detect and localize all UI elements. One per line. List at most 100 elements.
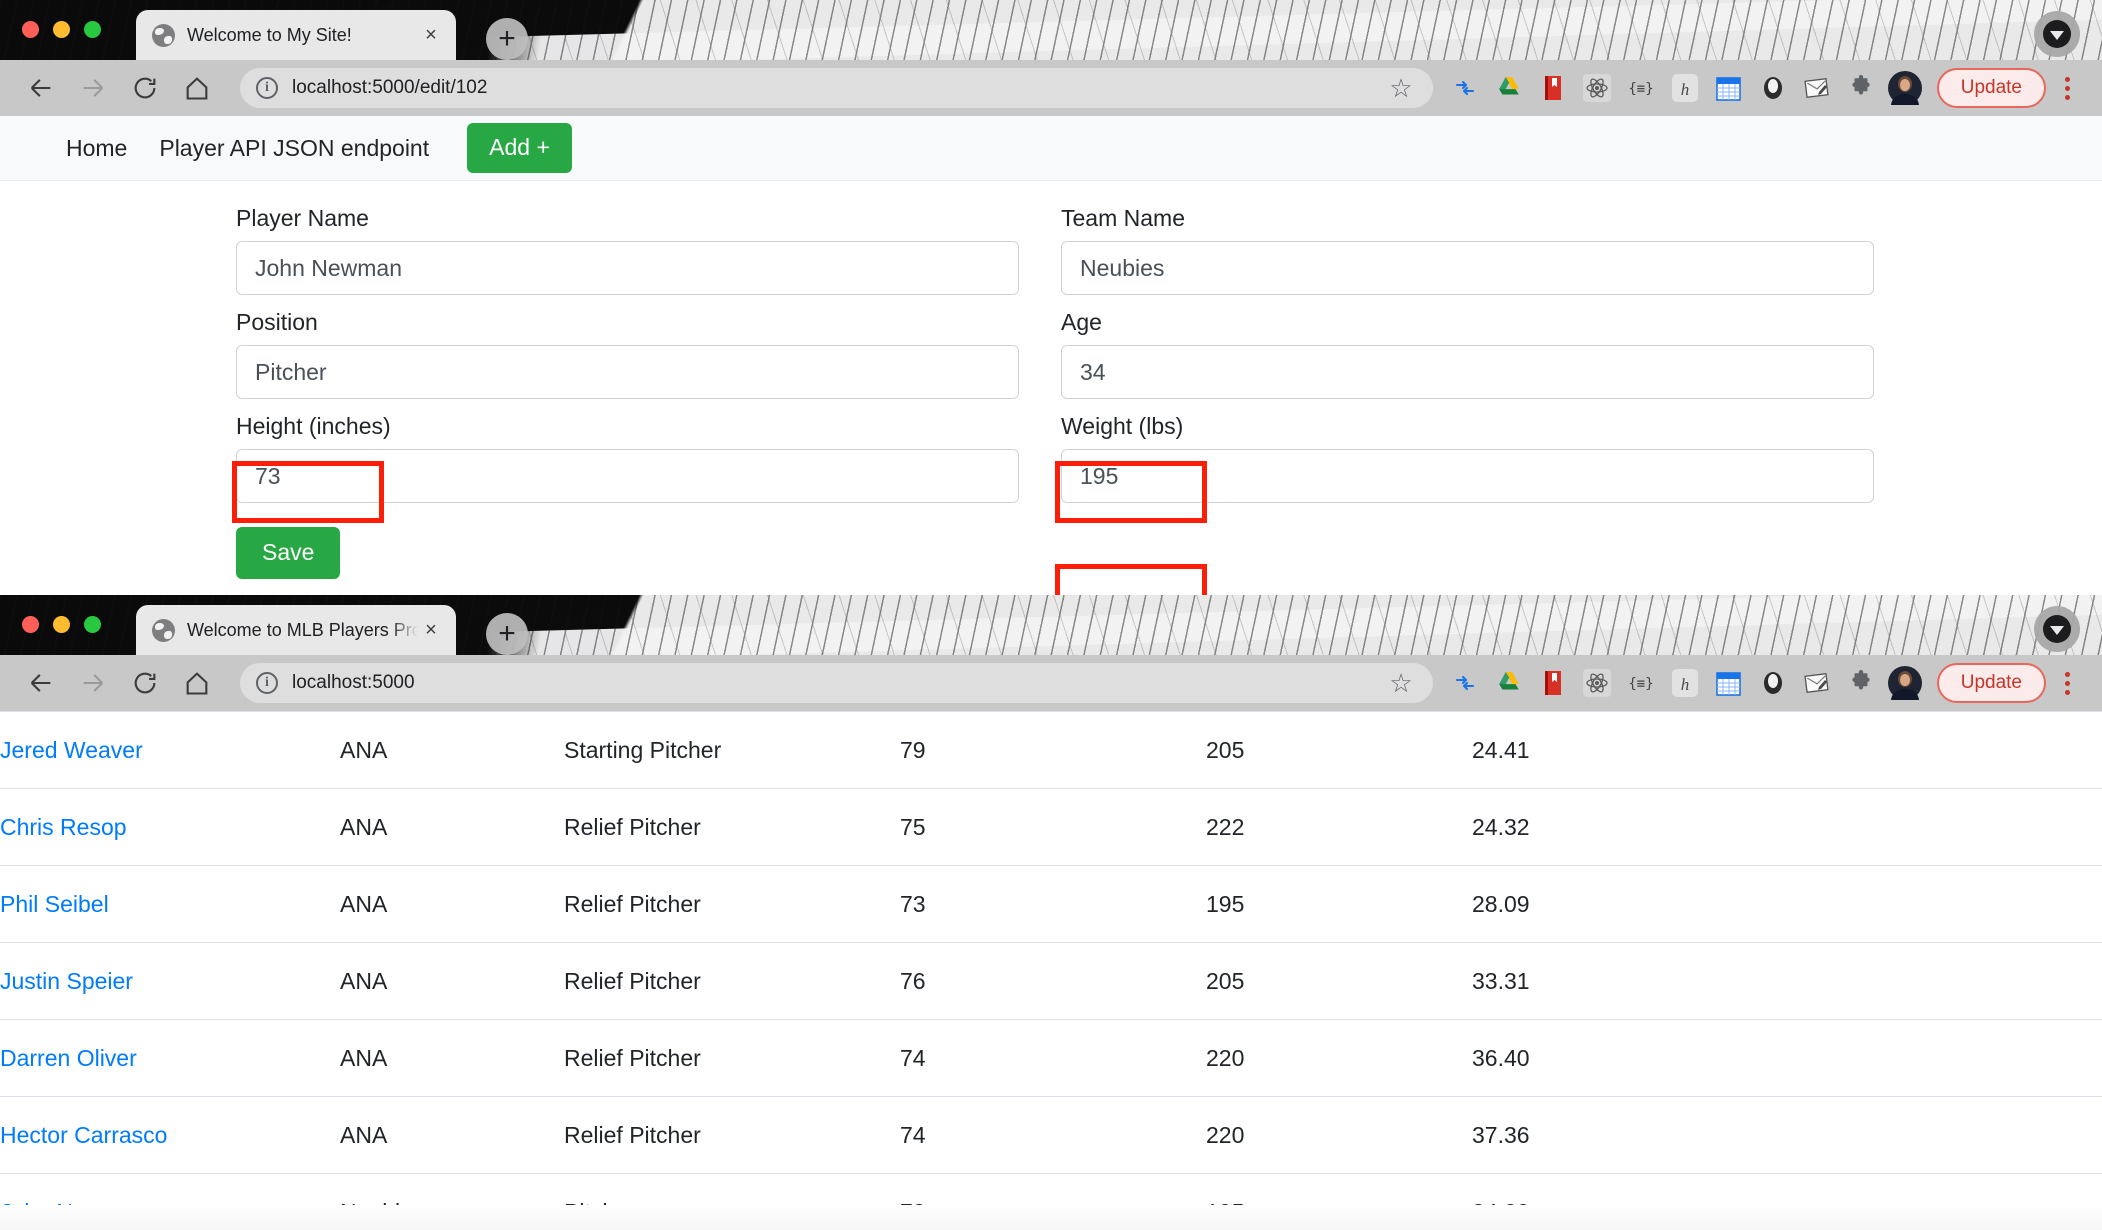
- table-row[interactable]: Hector Carrasco ANA Relief Pitcher 74 220 37.…: [0, 1096, 2102, 1174]
- chevron-down-icon: [2043, 615, 2071, 643]
- cell-age: 37.36: [1472, 1096, 2102, 1174]
- browser-toolbar-top: i localhost:5000/edit/102 ☆ {≡} h Update: [0, 60, 2102, 116]
- home-icon[interactable]: [174, 660, 220, 706]
- maximize-window-button[interactable]: [84, 21, 101, 38]
- bookmark-star-icon[interactable]: ☆: [1389, 668, 1416, 699]
- sync-arrows-icon[interactable]: [1443, 66, 1487, 110]
- puzzle-piece-icon[interactable]: [1839, 661, 1883, 705]
- site-info-icon[interactable]: i: [256, 77, 278, 99]
- browser-menu-icon[interactable]: [2050, 66, 2084, 110]
- window-controls[interactable]: [22, 616, 101, 633]
- back-icon[interactable]: [18, 660, 64, 706]
- react-devtools-icon[interactable]: [1575, 66, 1619, 110]
- home-icon[interactable]: [174, 65, 220, 111]
- field-weight: Weight (lbs) 195: [1061, 413, 1874, 503]
- forward-icon[interactable]: [70, 660, 116, 706]
- theme-highlight: [430, 0, 2102, 60]
- tab-strip-top: Welcome to My Site! × +: [0, 0, 2102, 60]
- json-viewer-icon[interactable]: {≡}: [1619, 661, 1663, 705]
- json-viewer-icon[interactable]: {≡}: [1619, 66, 1663, 110]
- envelope-pencil-icon[interactable]: [1795, 661, 1839, 705]
- red-book-icon[interactable]: [1531, 66, 1575, 110]
- minimize-window-button[interactable]: [53, 21, 70, 38]
- players-table: Jered Weaver ANA Starting Pitcher 79 205 24.4…: [0, 711, 2102, 1230]
- cell-weight: 205: [1206, 711, 1472, 789]
- browser-tab[interactable]: Welcome to MLB Players Project! ×: [136, 605, 456, 655]
- maximize-window-button[interactable]: [84, 616, 101, 633]
- add-button[interactable]: Add +: [467, 123, 572, 173]
- cell-height: 73: [900, 865, 1206, 943]
- height-input[interactable]: 73: [236, 449, 1019, 503]
- player-link[interactable]: Hector Carrasco: [0, 1122, 167, 1148]
- oval-icon[interactable]: [1751, 66, 1795, 110]
- globe-icon: [152, 23, 175, 47]
- window-controls[interactable]: [22, 21, 101, 38]
- profile-chevron-button[interactable]: [2034, 606, 2080, 652]
- back-icon[interactable]: [18, 65, 64, 111]
- address-bar[interactable]: i localhost:5000/edit/102 ☆: [240, 68, 1433, 108]
- browser-menu-icon[interactable]: [2050, 661, 2084, 705]
- avatar[interactable]: [1883, 66, 1927, 110]
- forward-icon[interactable]: [70, 65, 116, 111]
- honey-icon[interactable]: h: [1663, 66, 1707, 110]
- cell-height: 79: [900, 711, 1206, 789]
- field-position: Position Pitcher: [236, 309, 1019, 399]
- calendar-icon[interactable]: [1707, 661, 1751, 705]
- calendar-icon[interactable]: [1707, 66, 1751, 110]
- cell-age: 33.31: [1472, 942, 2102, 1020]
- sync-arrows-icon[interactable]: [1443, 661, 1487, 705]
- update-button[interactable]: Update: [1936, 663, 2046, 703]
- bookmark-star-icon[interactable]: ☆: [1389, 73, 1416, 104]
- react-devtools-icon[interactable]: [1575, 661, 1619, 705]
- age-input[interactable]: 34: [1061, 345, 1874, 399]
- nav-link-home[interactable]: Home: [50, 135, 143, 162]
- google-drive-icon[interactable]: [1487, 66, 1531, 110]
- player-link[interactable]: Darren Oliver: [0, 1045, 137, 1071]
- cell-age: 24.41: [1472, 711, 2102, 789]
- cell-name: Phil Seibel: [0, 865, 340, 943]
- table-row[interactable]: Jered Weaver ANA Starting Pitcher 79 205 24.4…: [0, 711, 2102, 789]
- close-icon[interactable]: ×: [418, 22, 444, 48]
- close-window-button[interactable]: [22, 616, 39, 633]
- reload-icon[interactable]: [122, 660, 168, 706]
- browser-tab[interactable]: Welcome to My Site! ×: [136, 10, 456, 60]
- minimize-window-button[interactable]: [53, 616, 70, 633]
- theme-highlight: [430, 595, 2102, 655]
- update-button[interactable]: Update: [1936, 68, 2046, 108]
- player-name-input[interactable]: John Newman: [236, 241, 1019, 295]
- nav-link-player-api[interactable]: Player API JSON endpoint: [143, 135, 445, 162]
- player-link[interactable]: Chris Resop: [0, 814, 127, 840]
- new-tab-button[interactable]: +: [486, 18, 528, 60]
- close-icon[interactable]: ×: [418, 617, 444, 643]
- reload-icon[interactable]: [122, 65, 168, 111]
- cell-height: 74: [900, 1019, 1206, 1097]
- table-row[interactable]: Chris Resop ANA Relief Pitcher 75 222 24.32: [0, 788, 2102, 866]
- table-row[interactable]: Darren Oliver ANA Relief Pitcher 74 220 36.40: [0, 1019, 2102, 1097]
- honey-icon[interactable]: h: [1663, 661, 1707, 705]
- table-row[interactable]: Phil Seibel ANA Relief Pitcher 73 195 28.09: [0, 865, 2102, 943]
- new-tab-button[interactable]: +: [486, 613, 528, 655]
- svg-text:h: h: [1680, 80, 1689, 99]
- position-input[interactable]: Pitcher: [236, 345, 1019, 399]
- team-name-input[interactable]: Neubies: [1061, 241, 1874, 295]
- cell-team: ANA: [340, 711, 564, 789]
- save-button[interactable]: Save: [236, 527, 341, 579]
- player-link[interactable]: Jered Weaver: [0, 737, 143, 763]
- red-book-icon[interactable]: [1531, 661, 1575, 705]
- cell-weight: 220: [1206, 1019, 1472, 1097]
- site-info-icon[interactable]: i: [256, 672, 278, 694]
- address-bar[interactable]: i localhost:5000 ☆: [240, 663, 1433, 703]
- table-row[interactable]: Justin Speier ANA Relief Pitcher 76 205 33.31: [0, 942, 2102, 1020]
- oval-icon[interactable]: [1751, 661, 1795, 705]
- player-link[interactable]: Phil Seibel: [0, 891, 109, 917]
- player-link[interactable]: Justin Speier: [0, 968, 133, 994]
- close-window-button[interactable]: [22, 21, 39, 38]
- cell-weight: 222: [1206, 788, 1472, 866]
- puzzle-piece-icon[interactable]: [1839, 66, 1883, 110]
- profile-chevron-button[interactable]: [2034, 11, 2080, 57]
- google-drive-icon[interactable]: [1487, 661, 1531, 705]
- envelope-pencil-icon[interactable]: [1795, 66, 1839, 110]
- avatar[interactable]: [1883, 661, 1927, 705]
- cell-height: 74: [900, 1096, 1206, 1174]
- weight-input[interactable]: 195: [1061, 449, 1874, 503]
